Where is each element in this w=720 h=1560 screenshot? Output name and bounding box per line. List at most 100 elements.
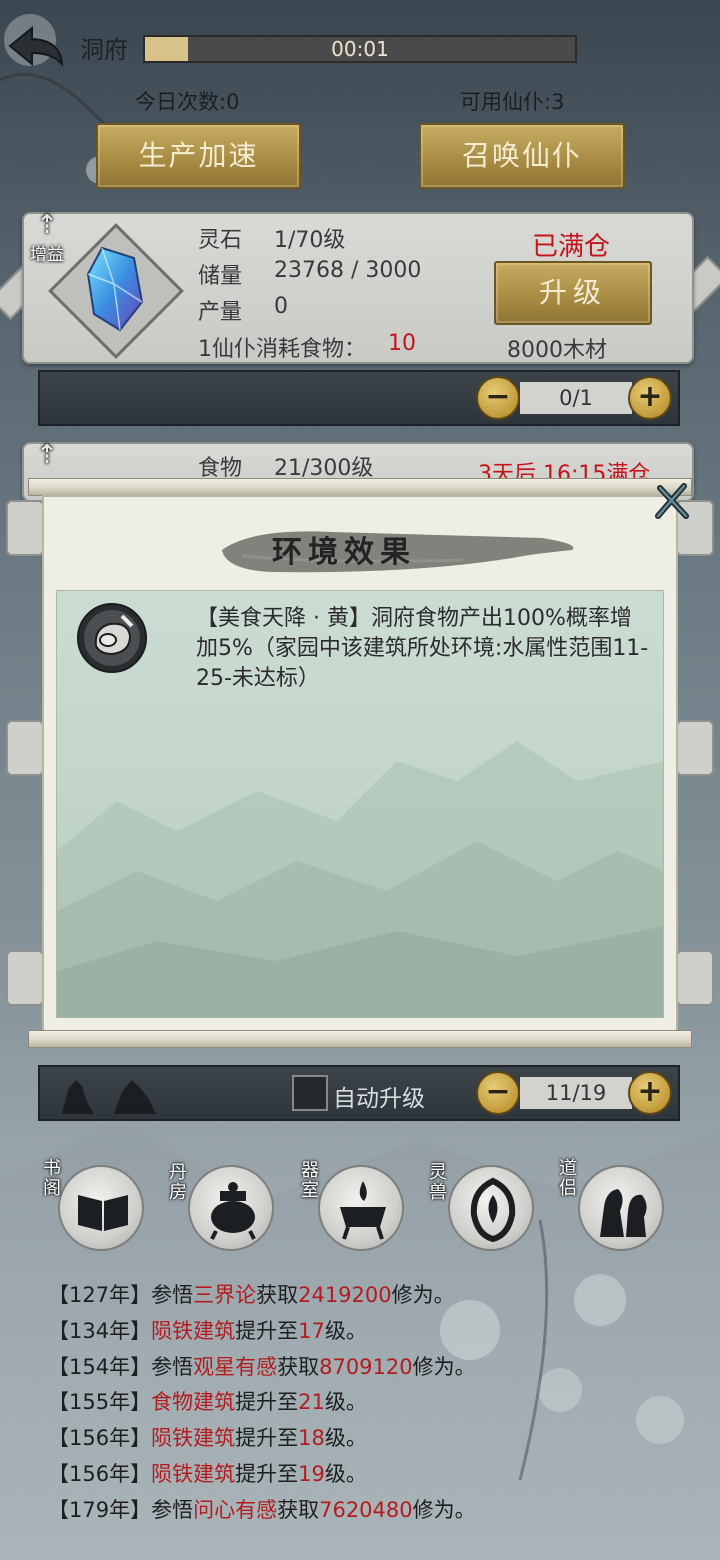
storage-full-status: 已满仓 <box>532 232 611 262</box>
boost-tag-label: 增益 <box>30 245 64 265</box>
log-text: 级。 <box>324 1426 367 1451</box>
log-entry: 【179年】参悟问心有感获取7620480修为。 <box>48 1493 688 1529</box>
phoenix-icon <box>470 1177 516 1243</box>
decrease-button[interactable]: − <box>476 376 520 420</box>
consume-label: 1仙仆消耗食物： <box>198 337 366 362</box>
dialog-title: 环境效果 <box>272 535 416 570</box>
log-text: 级。 <box>324 1318 367 1343</box>
speed-up-button[interactable]: 生产加速 <box>96 123 301 189</box>
scroll-bottom-roller <box>28 1030 692 1048</box>
spirit-stone-icon <box>86 246 144 332</box>
scroll-top-roller <box>28 478 692 496</box>
log-text: 获取 <box>277 1497 320 1522</box>
output-label: 产量 <box>198 300 243 325</box>
log-entry: 【154年】参悟观星有感获取8709120修为。 <box>48 1350 688 1386</box>
log-highlight: 18 <box>298 1426 325 1451</box>
servant-counter-value: 0/1 <box>520 382 632 414</box>
log-highlight: 陨铁建筑 <box>151 1461 236 1486</box>
log-text: 提升至 <box>235 1426 299 1451</box>
log-text: 修为。 <box>412 1354 476 1379</box>
log-highlight: 17 <box>298 1318 325 1343</box>
page-title: 洞府 <box>80 36 128 64</box>
log-entry: 【156年】陨铁建筑提升至18级。 <box>48 1421 688 1457</box>
log-text: 获取 <box>277 1354 320 1379</box>
increase-button[interactable]: + <box>628 1071 672 1115</box>
effect-description: 【美食天降 · 黄】洞府食物产出100%概率增加5%（家园中该建筑所处环境:水属… <box>196 606 649 691</box>
nav-library-button[interactable] <box>58 1165 144 1251</box>
log-text: 级。 <box>324 1390 367 1415</box>
summon-servant-button[interactable]: 召唤仙仆 <box>419 123 625 189</box>
boost-arrow-icon: ⇡ <box>36 210 58 240</box>
level-counter-value: 11/19 <box>520 1077 632 1109</box>
food-effect-icon <box>77 603 147 673</box>
auto-upgrade-label: 自动升级 <box>333 1086 425 1112</box>
upgrade-button[interactable]: 升级 <box>494 261 652 325</box>
storage-value: 23768 / 3000 <box>274 258 422 283</box>
boost-arrow-icon: ⇡ <box>36 440 58 470</box>
hidden-card-edge <box>676 720 714 776</box>
log-text: 级。 <box>324 1461 367 1486</box>
nav-companion-button[interactable] <box>578 1165 664 1251</box>
nav-forge-button[interactable] <box>318 1165 404 1251</box>
nav-library-label: 书阁 <box>40 1158 61 1198</box>
upgrade-cost: 8000木材 <box>507 338 607 363</box>
log-highlight: 21 <box>298 1390 325 1415</box>
log-year: 【155年】 <box>48 1390 152 1415</box>
nav-alchemy-label: 丹房 <box>166 1162 187 1202</box>
close-icon[interactable] <box>652 482 692 522</box>
output-value: 0 <box>274 294 288 319</box>
log-year: 【134年】 <box>48 1318 152 1343</box>
auto-upgrade-checkbox[interactable] <box>292 1075 328 1111</box>
log-entry: 【134年】陨铁建筑提升至17级。 <box>48 1314 688 1350</box>
timer-text: 00:01 <box>331 37 389 61</box>
log-entry: 【156年】陨铁建筑提升至19级。 <box>48 1457 688 1493</box>
hidden-card-edge <box>6 950 44 1006</box>
nav-beast-label: 灵兽 <box>426 1162 447 1202</box>
log-entry: 【155年】食物建筑提升至21级。 <box>48 1385 688 1421</box>
building-level: 1/70级 <box>274 228 346 253</box>
log-highlight: 8709120 <box>319 1354 413 1379</box>
log-year: 【156年】 <box>48 1461 152 1486</box>
event-log: 【127年】参悟三界论获取2419200修为。 【134年】陨铁建筑提升至17级。… <box>48 1278 688 1529</box>
log-highlight: 观星有感 <box>193 1354 278 1379</box>
nav-beast-button[interactable] <box>448 1165 534 1251</box>
log-highlight: 陨铁建筑 <box>151 1318 236 1343</box>
hidden-card-edge <box>6 720 44 776</box>
log-highlight: 19 <box>298 1461 325 1486</box>
today-count: 今日次数:0 <box>135 90 240 114</box>
production-timer-bar: 00:01 <box>143 35 577 63</box>
log-entry: 【127年】参悟三界论获取2419200修为。 <box>48 1278 688 1314</box>
increase-button[interactable]: + <box>628 376 672 420</box>
log-text: 修为。 <box>412 1497 476 1522</box>
log-highlight: 食物建筑 <box>151 1390 236 1415</box>
log-year: 【154年】 <box>48 1354 152 1379</box>
available-servants: 可用仙仆:3 <box>460 90 565 114</box>
decrease-button[interactable]: − <box>476 1071 520 1115</box>
back-arrow-icon[interactable] <box>6 22 68 70</box>
log-year: 【156年】 <box>48 1426 152 1451</box>
consume-value: 10 <box>388 331 416 356</box>
nav-forge-label: 器室 <box>298 1160 319 1200</box>
hidden-card-edge <box>6 500 44 556</box>
boost-tag[interactable]: ⇡ 增益 <box>24 210 70 272</box>
cauldron-icon <box>210 1182 256 1240</box>
building-name: 灵石 <box>198 228 243 253</box>
log-highlight: 7620480 <box>319 1497 413 1522</box>
boost-tag-2[interactable]: ⇡ <box>24 440 70 480</box>
log-year: 【179年】 <box>48 1497 152 1522</box>
nav-alchemy-button[interactable] <box>188 1165 274 1251</box>
servant-silhouettes-icon <box>62 1080 156 1114</box>
log-text: 获取 <box>256 1283 299 1307</box>
log-year: 【127年】 <box>48 1283 152 1307</box>
forge-icon <box>340 1181 386 1240</box>
log-highlight: 2419200 <box>298 1283 392 1307</box>
log-text: 提升至 <box>235 1461 299 1486</box>
log-text: 提升至 <box>235 1390 299 1415</box>
hidden-card-edge <box>676 950 714 1006</box>
nav-companion-label: 道侣 <box>556 1158 577 1198</box>
log-highlight: 三界论 <box>193 1283 257 1307</box>
log-text: 修为。 <box>391 1283 455 1307</box>
log-highlight: 陨铁建筑 <box>151 1426 236 1451</box>
companion-icon <box>600 1189 647 1237</box>
log-highlight: 问心有感 <box>193 1497 278 1522</box>
